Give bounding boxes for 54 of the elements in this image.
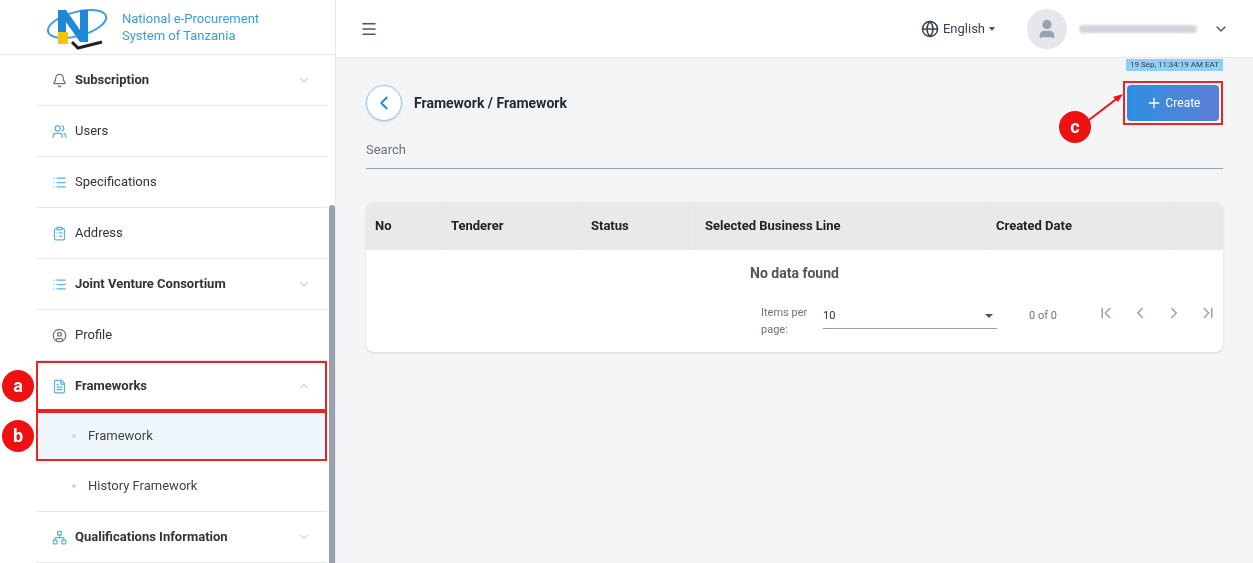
create-button[interactable]: Create xyxy=(1127,85,1219,121)
annotation-badge: b xyxy=(2,420,34,452)
empty-message: No data found xyxy=(750,263,839,283)
sidebar-item[interactable]: Users xyxy=(36,106,327,156)
sidebar-item[interactable]: Joint Venture Consortium xyxy=(36,259,327,309)
sidebar-label: Subscription xyxy=(75,71,150,90)
column-header: Tenderer xyxy=(442,202,582,250)
timestamp: 19 Sep, 11:34:19 AM EAT xyxy=(1125,59,1223,71)
breadcrumb: Framework / Framework xyxy=(414,93,567,113)
sidebar-label: Address xyxy=(75,224,123,243)
brand-title: System of Tanzania xyxy=(122,27,237,44)
sidebar-item[interactable]: Frameworks xyxy=(36,361,327,411)
list-icon xyxy=(52,276,67,292)
sidebar-label: History Framework xyxy=(88,477,198,496)
items-per-page-label: Items per page: xyxy=(761,305,809,338)
sidebar-item[interactable]: Specifications xyxy=(36,157,327,207)
scrollbar[interactable] xyxy=(329,205,335,563)
globe-icon xyxy=(920,19,939,38)
bullet-icon xyxy=(72,484,76,488)
sidebar-item[interactable]: Address xyxy=(36,208,327,258)
language-selector[interactable]: English xyxy=(942,18,985,39)
sidebar-label: Profile xyxy=(75,326,113,345)
page-size-select[interactable]: 10 xyxy=(823,304,997,329)
page-range: 0 of 0 xyxy=(1029,308,1057,324)
column-header: Status xyxy=(582,202,696,250)
sidebar-item[interactable]: Profile xyxy=(36,310,327,360)
bell-icon xyxy=(52,72,67,88)
user-circle-icon xyxy=(52,327,67,343)
caret-icon xyxy=(989,26,995,31)
sidebar-label: Qualifications Information xyxy=(75,528,228,547)
sidebar-label: Framework xyxy=(88,427,153,446)
sidebar-label: Frameworks xyxy=(75,377,148,396)
dropdown-caret-icon xyxy=(985,314,993,318)
brand-title: National e-Procurement xyxy=(122,10,260,27)
sidebar-item[interactable]: Qualifications Information xyxy=(36,512,327,562)
clipboard-icon xyxy=(52,225,67,241)
sidebar-item[interactable]: Subscription xyxy=(36,55,327,105)
column-header: Selected Business Line xyxy=(696,202,987,250)
sidebar-label: Specifications xyxy=(75,173,157,192)
annotation-badge: c xyxy=(1059,111,1091,143)
sidebar-label: Joint Venture Consortium xyxy=(75,275,226,294)
sidebar-subitem[interactable]: History Framework xyxy=(36,461,327,511)
sidebar-subitem[interactable]: Framework xyxy=(36,411,327,461)
column-header: Created Date xyxy=(987,202,1172,250)
back-button[interactable] xyxy=(366,85,402,121)
column-header: No xyxy=(366,202,442,250)
users-icon xyxy=(52,123,67,139)
sidebar-label: Users xyxy=(75,122,109,141)
bullet-icon xyxy=(72,434,76,438)
avatar[interactable] xyxy=(1027,8,1067,49)
document-icon xyxy=(52,378,67,394)
network-icon xyxy=(52,529,67,545)
list-icon xyxy=(52,174,67,190)
annotation-badge: a xyxy=(2,370,34,402)
